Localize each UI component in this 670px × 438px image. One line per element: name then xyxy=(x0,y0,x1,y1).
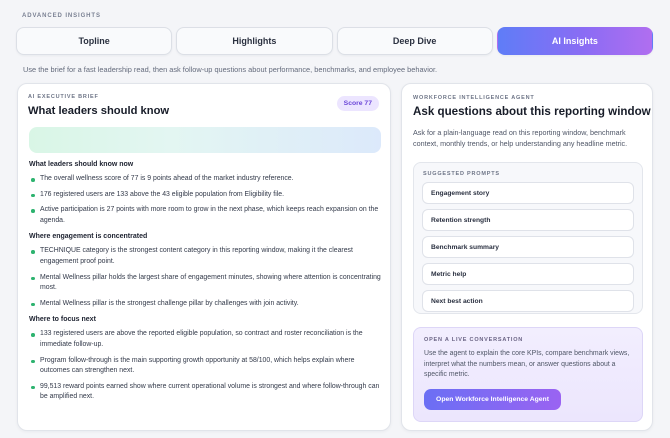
suggested-prompts-panel: SUGGESTED PROMPTS Engagement story Reten… xyxy=(413,162,643,314)
section-list-focus: 133 registered users are above the repor… xyxy=(29,329,383,403)
section-list-now: The overall wellness score of 77 is 9 po… xyxy=(29,174,383,226)
list-item: TECHNIQUE category is the strongest cont… xyxy=(29,246,383,267)
section-heading-now: What leaders should know now xyxy=(29,161,134,168)
page-subtitle: Use the brief for a fast leadership read… xyxy=(23,65,438,74)
prompt-engagement-story[interactable]: Engagement story xyxy=(422,182,634,204)
brief-banner xyxy=(29,127,381,153)
section-heading-engagement: Where engagement is concentrated xyxy=(29,233,148,241)
list-item: Program follow-through is the main suppo… xyxy=(29,356,383,377)
bullet-dot-icon xyxy=(31,385,35,390)
bullet-dot-icon xyxy=(31,359,35,364)
brief-title: What leaders should know xyxy=(28,105,170,117)
bullet-dot-icon xyxy=(31,276,35,281)
list-item: 176 registered users are 133 above the 4… xyxy=(29,190,383,201)
prompt-list: Engagement story Retention strength Benc… xyxy=(422,182,634,317)
prompt-next-best-action[interactable]: Next best action xyxy=(422,290,634,312)
list-item: Active participation is 27 points with m… xyxy=(29,205,383,226)
executive-brief-card: AI EXECUTIVE BRIEF What leaders should k… xyxy=(17,83,391,431)
brief-content: What leaders should know now The overall… xyxy=(29,161,383,410)
agent-label: WORKFORCE INTELLIGENCE AGENT xyxy=(413,95,535,101)
agent-title: Ask questions about this reporting windo… xyxy=(413,105,651,118)
prompt-retention-strength[interactable]: Retention strength xyxy=(422,209,634,231)
bullet-dot-icon xyxy=(31,302,35,307)
section-heading-focus: Where to focus next xyxy=(29,316,96,324)
bullet-dot-icon xyxy=(31,333,35,337)
list-item: Mental Wellness pillar is the strongest … xyxy=(29,299,383,310)
list-item: The overall wellness score of 77 is 9 po… xyxy=(29,174,383,185)
live-label: OPEN A LIVE CONVERSATION xyxy=(424,337,524,343)
prompt-benchmark-summary[interactable]: Benchmark summary xyxy=(422,236,634,258)
section-list-engagement: TECHNIQUE category is the strongest cont… xyxy=(29,246,383,309)
list-item: Mental Wellness pillar holds the largest… xyxy=(29,273,383,294)
prompts-label: SUGGESTED PROMPTS xyxy=(423,171,500,177)
bullet-dot-icon xyxy=(31,193,35,198)
tab-topline[interactable]: Topline xyxy=(16,27,173,55)
section-eyebrow: ADVANCED INSIGHTS xyxy=(22,13,101,19)
insight-tabs: Topline Highlights Deep Dive AI Insights xyxy=(16,27,653,55)
brief-label: AI EXECUTIVE BRIEF xyxy=(28,94,99,100)
tab-ai-insights[interactable]: AI Insights xyxy=(496,27,653,55)
bullet-dot-icon xyxy=(31,250,35,254)
tab-highlights[interactable]: Highlights xyxy=(176,27,333,55)
list-item: 99,513 reward points earned show where c… xyxy=(29,382,383,403)
live-description: Use the agent to explain the core KPIs, … xyxy=(424,350,630,379)
intelligence-agent-card: WORKFORCE INTELLIGENCE AGENT Ask questio… xyxy=(401,83,653,431)
open-agent-button[interactable]: Open Workforce Intelligence Agent xyxy=(424,389,561,410)
bullet-dot-icon xyxy=(31,178,35,182)
list-item: 133 registered users are above the repor… xyxy=(29,329,383,350)
live-conversation-panel: OPEN A LIVE CONVERSATION Use the agent t… xyxy=(413,327,643,422)
agent-description: Ask for a plain-language read on this re… xyxy=(413,128,628,149)
score-badge: Score 77 xyxy=(336,96,379,111)
prompt-metric-help[interactable]: Metric help xyxy=(422,263,634,285)
bullet-dot-icon xyxy=(31,209,35,213)
tab-deep-dive[interactable]: Deep Dive xyxy=(336,27,493,55)
